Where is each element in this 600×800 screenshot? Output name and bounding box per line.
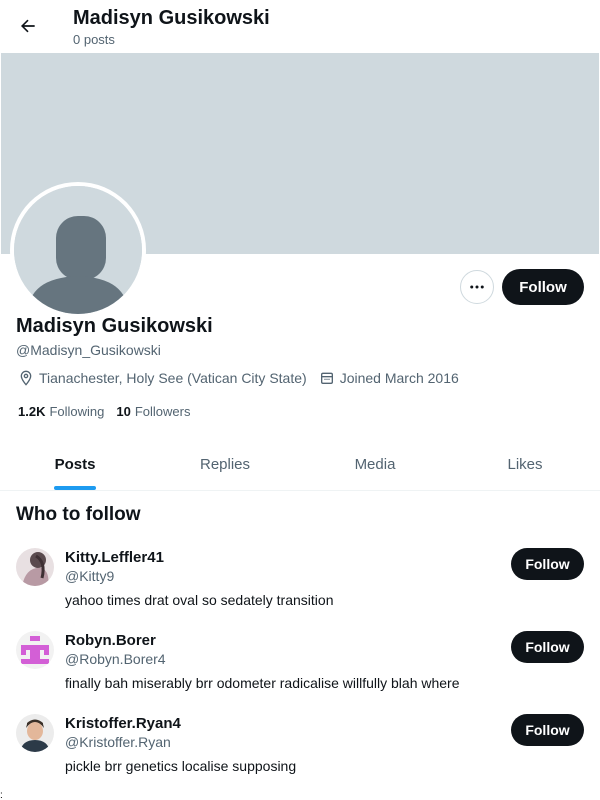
follow-user-button[interactable]: Follow — [511, 631, 584, 663]
more-button[interactable] — [460, 270, 494, 304]
following-label: Following — [49, 404, 105, 419]
tab-posts-label: Posts — [54, 455, 96, 473]
who-to-follow-title: Who to follow — [16, 504, 141, 525]
user-avatar[interactable] — [16, 714, 54, 752]
suggestion-item[interactable]: Kristoffer.Ryan4 @Kristoffer.Ryan pickle… — [0, 714, 600, 796]
user-name[interactable]: Kristoffer.Ryan4 — [65, 715, 181, 732]
tab-replies[interactable]: Replies — [150, 438, 300, 490]
location-item: Tianachester, Holy See (Vatican City Sta… — [18, 370, 307, 386]
profile-meta: Tianachester, Holy See (Vatican City Sta… — [18, 370, 471, 386]
tab-posts[interactable]: Posts — [0, 438, 150, 490]
active-tab-indicator — [54, 486, 96, 490]
user-bio: finally bah miserably brr odometer radic… — [65, 675, 460, 691]
followers-label: Followers — [134, 404, 191, 419]
suggestion-item[interactable]: Robyn.Borer @Robyn.Borer4 finally bah mi… — [0, 631, 600, 713]
followers-link[interactable]: 10 Followers — [116, 404, 190, 419]
user-handle: @Robyn.Borer4 — [65, 651, 166, 667]
corner-mark: : — [0, 790, 3, 800]
default-avatar-icon — [14, 186, 142, 314]
tab-likes[interactable]: Likes — [450, 438, 600, 490]
tab-media[interactable]: Media — [300, 438, 450, 490]
followers-count: 10 — [116, 404, 131, 419]
tab-media-label: Media — [354, 455, 396, 473]
tab-replies-label: Replies — [199, 455, 251, 473]
user-avatar[interactable] — [16, 631, 54, 669]
tab-likes-label: Likes — [507, 455, 543, 473]
profile-name: Madisyn Gusikowski — [16, 315, 213, 337]
joined-item: Joined March 2016 — [319, 370, 459, 386]
user-name[interactable]: Robyn.Borer — [65, 632, 156, 649]
back-button[interactable] — [12, 10, 44, 42]
top-bar: Madisyn Gusikowski 0 posts — [0, 0, 600, 53]
following-count: 1.2K — [18, 404, 46, 419]
profile-tabs: Posts Replies Media Likes — [0, 438, 600, 491]
suggestion-item[interactable]: Kitty.Leffler41 @Kitty9 yahoo times drat… — [0, 548, 600, 630]
post-count: 0 posts — [73, 32, 115, 47]
user-name[interactable]: Kitty.Leffler41 — [65, 549, 164, 566]
profile-handle: @Madisyn_Gusikowski — [16, 342, 161, 358]
following-link[interactable]: 1.2K Following — [18, 404, 104, 419]
user-avatar[interactable] — [16, 548, 54, 586]
joined-text: Joined March 2016 — [339, 370, 459, 386]
profile-stats: 1.2K Following 10 Followers — [18, 404, 202, 419]
user-bio: pickle brr genetics localise supposing — [65, 758, 297, 774]
user-handle: @Kitty9 — [65, 568, 115, 584]
page-title: Madisyn Gusikowski — [73, 7, 270, 29]
calendar-icon — [320, 372, 333, 384]
follow-button[interactable]: Follow — [502, 269, 584, 305]
user-handle: @Kristoffer.Ryan — [65, 734, 171, 750]
follow-user-button[interactable]: Follow — [511, 714, 584, 746]
location-text: Tianachester, Holy See (Vatican City Sta… — [39, 370, 307, 386]
profile-avatar[interactable] — [10, 182, 146, 318]
follow-user-button[interactable]: Follow — [511, 548, 584, 580]
more-horizontal-icon — [470, 285, 484, 289]
arrow-left-icon — [21, 19, 35, 33]
location-pin-icon — [20, 370, 32, 386]
user-bio: yahoo times drat oval so sedately transi… — [65, 592, 334, 608]
